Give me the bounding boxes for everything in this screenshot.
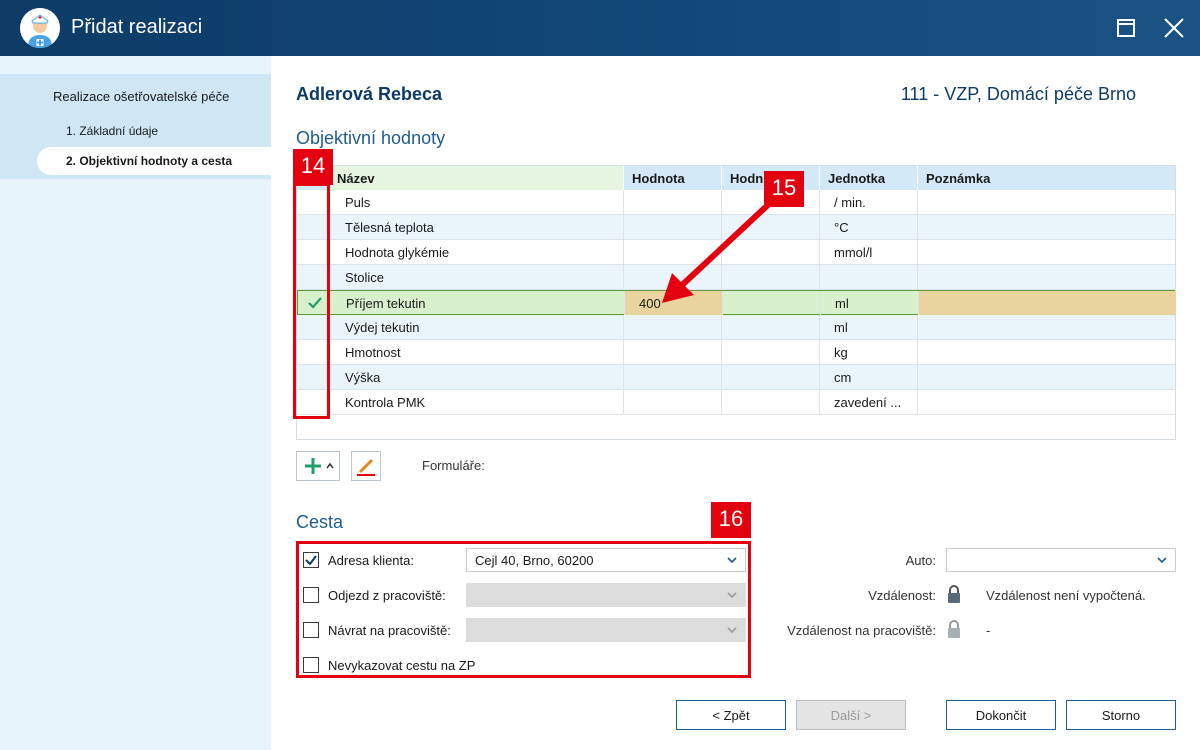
row-name: Hmotnost — [329, 340, 624, 364]
sidebar-step-objective[interactable]: 2. Objektivní hodnoty a cesta — [37, 147, 271, 175]
row-name: Puls — [329, 190, 624, 214]
annotation-box-14 — [293, 183, 330, 419]
row-name: Tělesná teplota — [329, 215, 624, 239]
row-note[interactable] — [918, 365, 1175, 389]
row-note[interactable] — [918, 315, 1175, 339]
row-note[interactable] — [918, 240, 1175, 264]
row-name: Hodnota glykémie — [329, 240, 624, 264]
annotation-arrow-15 — [662, 200, 773, 303]
row-value[interactable] — [624, 340, 722, 364]
pencil-icon — [357, 458, 375, 476]
table-row[interactable]: Hmotnost kg — [297, 340, 1175, 365]
row-value2[interactable] — [722, 340, 820, 364]
route-section-title: Cesta — [296, 512, 344, 532]
add-row-button[interactable] — [296, 451, 340, 481]
row-unit[interactable]: °C — [820, 215, 918, 239]
car-select[interactable] — [946, 548, 1176, 572]
row-unit[interactable]: zavedení ... — [820, 390, 918, 414]
row-value2[interactable] — [722, 390, 820, 414]
nurse-avatar-icon — [20, 8, 60, 48]
lock-icon[interactable] — [946, 620, 962, 638]
lock-icon[interactable] — [946, 585, 962, 603]
distance-work-label: Vzdálenost na pracoviště: — [787, 623, 936, 638]
row-name: Kontrola PMK — [329, 390, 624, 414]
annotation-tag-14: 14 — [293, 149, 333, 185]
row-name: Výška — [329, 365, 624, 389]
row-name: Příjem tekutin — [330, 291, 625, 315]
table-row[interactable]: Výdej tekutin ml — [297, 315, 1175, 340]
row-note[interactable] — [919, 291, 1176, 315]
close-icon[interactable] — [1160, 14, 1188, 42]
table-row[interactable]: Výška cm — [297, 365, 1175, 390]
row-note[interactable] — [918, 340, 1175, 364]
row-name: Stolice — [329, 265, 624, 289]
row-value[interactable] — [624, 365, 722, 389]
row-unit[interactable]: ml — [820, 315, 918, 339]
plus-icon — [305, 458, 334, 474]
sidebar-step-basic[interactable]: 1. Základní údaje — [66, 124, 158, 138]
finish-button[interactable]: Dokončit — [946, 700, 1056, 730]
row-note[interactable] — [918, 265, 1175, 289]
distance-value: Vzdálenost není vypočtená. — [986, 588, 1146, 603]
row-name: Výdej tekutin — [329, 315, 624, 339]
table-header: Název Hodnota Hodn Jednotka Poznámka — [297, 166, 1175, 190]
car-label: Auto: — [905, 553, 936, 568]
row-unit[interactable]: mmol/l — [820, 240, 918, 264]
sidebar-section-title: Realizace ošetřovatelské péče — [53, 89, 230, 104]
row-value2[interactable] — [722, 315, 820, 339]
insurer-info: 111 - VZP, Domácí péče Brno — [900, 84, 1136, 104]
chevron-down-icon — [1157, 557, 1167, 564]
patient-name: Adlerová Rebeca — [296, 84, 443, 104]
next-button[interactable]: Další > — [796, 700, 906, 730]
row-value[interactable] — [624, 315, 722, 339]
cancel-button[interactable]: Storno — [1066, 700, 1176, 730]
row-unit[interactable]: cm — [820, 365, 918, 389]
row-note[interactable] — [918, 215, 1175, 239]
maximize-icon[interactable] — [1112, 14, 1140, 42]
header-note[interactable]: Poznámka — [918, 166, 1175, 190]
annotation-tag-16: 16 — [711, 502, 751, 538]
row-unit[interactable]: / min. — [820, 190, 918, 214]
row-note[interactable] — [918, 390, 1175, 414]
distance-label: Vzdálenost: — [868, 588, 936, 603]
wizard-sidebar: Realizace ošetřovatelské péče 1. Základn… — [0, 56, 271, 750]
row-note[interactable] — [918, 190, 1175, 214]
row-unit[interactable] — [820, 265, 918, 289]
row-unit[interactable]: kg — [820, 340, 918, 364]
distance-work-value: - — [986, 623, 991, 638]
objective-section-title: Objektivní hodnoty — [296, 128, 446, 148]
row-value[interactable] — [624, 390, 722, 414]
header-unit[interactable]: Jednotka — [820, 166, 918, 190]
table-row[interactable]: Kontrola PMK zavedení ... — [297, 390, 1175, 415]
header-value[interactable]: Hodnota — [624, 166, 722, 190]
forms-label: Formuláře: — [422, 458, 485, 473]
window-title: Přidat realizaci — [71, 16, 203, 38]
back-button[interactable]: < Zpět — [676, 700, 786, 730]
row-value2[interactable] — [722, 365, 820, 389]
annotation-box-16 — [296, 541, 751, 678]
title-bar: Přidat realizaci — [0, 0, 1200, 56]
header-name[interactable]: Název — [329, 166, 624, 190]
edit-row-button[interactable] — [351, 451, 381, 481]
row-unit[interactable]: ml — [821, 291, 919, 315]
